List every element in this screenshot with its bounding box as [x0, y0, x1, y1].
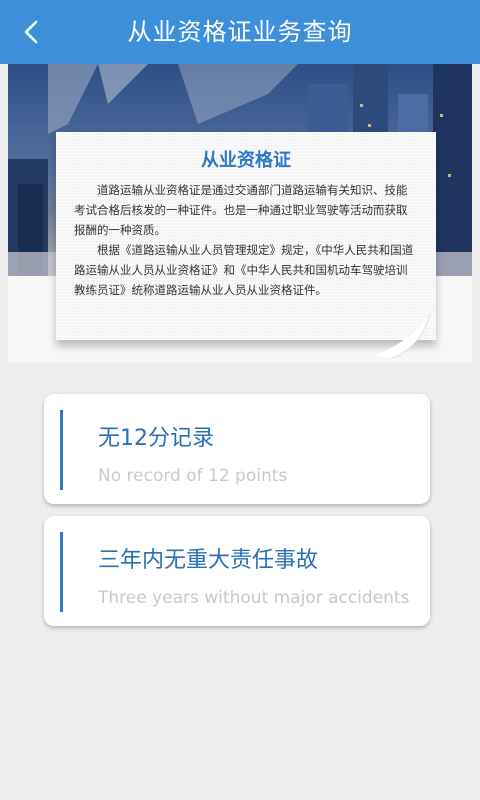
card-title: 无12分记录	[98, 426, 214, 451]
info-card-title: 从业资格证	[201, 150, 291, 171]
card-subtitle: Three years without major accidents	[98, 588, 410, 608]
card-subtitle: No record of 12 points	[98, 466, 288, 486]
card-title: 三年内无重大责任事故	[98, 548, 319, 573]
info-paragraph: 根据《道路运输从业人员管理规定》规定，《中华人民共和国道路运输从业人员从业资格证…	[74, 243, 414, 297]
card-accent-bar	[60, 410, 63, 490]
page-title: 从业资格证业务查询	[127, 18, 353, 46]
card-accent-bar	[60, 532, 63, 612]
page-curl-decoration	[374, 313, 431, 359]
top-app-bar: 从业资格证业务查询	[0, 0, 480, 64]
info-card-body: 道路运输从业资格证是通过交通部门道路运输有关知识、技能考试合格后核发的一种证件。…	[74, 180, 418, 300]
no-major-accidents-card[interactable]: 三年内无重大责任事故 Three years without major acc…	[44, 516, 430, 626]
no-12-points-card[interactable]: 无12分记录 No record of 12 points	[44, 394, 430, 504]
info-paragraph: 道路运输从业资格证是通过交通部门道路运输有关知识、技能考试合格后核发的一种证件。…	[74, 183, 408, 237]
intro-banner: 从业资格证 道路运输从业资格证是通过交通部门道路运输有关知识、技能考试合格后核发…	[8, 64, 472, 362]
